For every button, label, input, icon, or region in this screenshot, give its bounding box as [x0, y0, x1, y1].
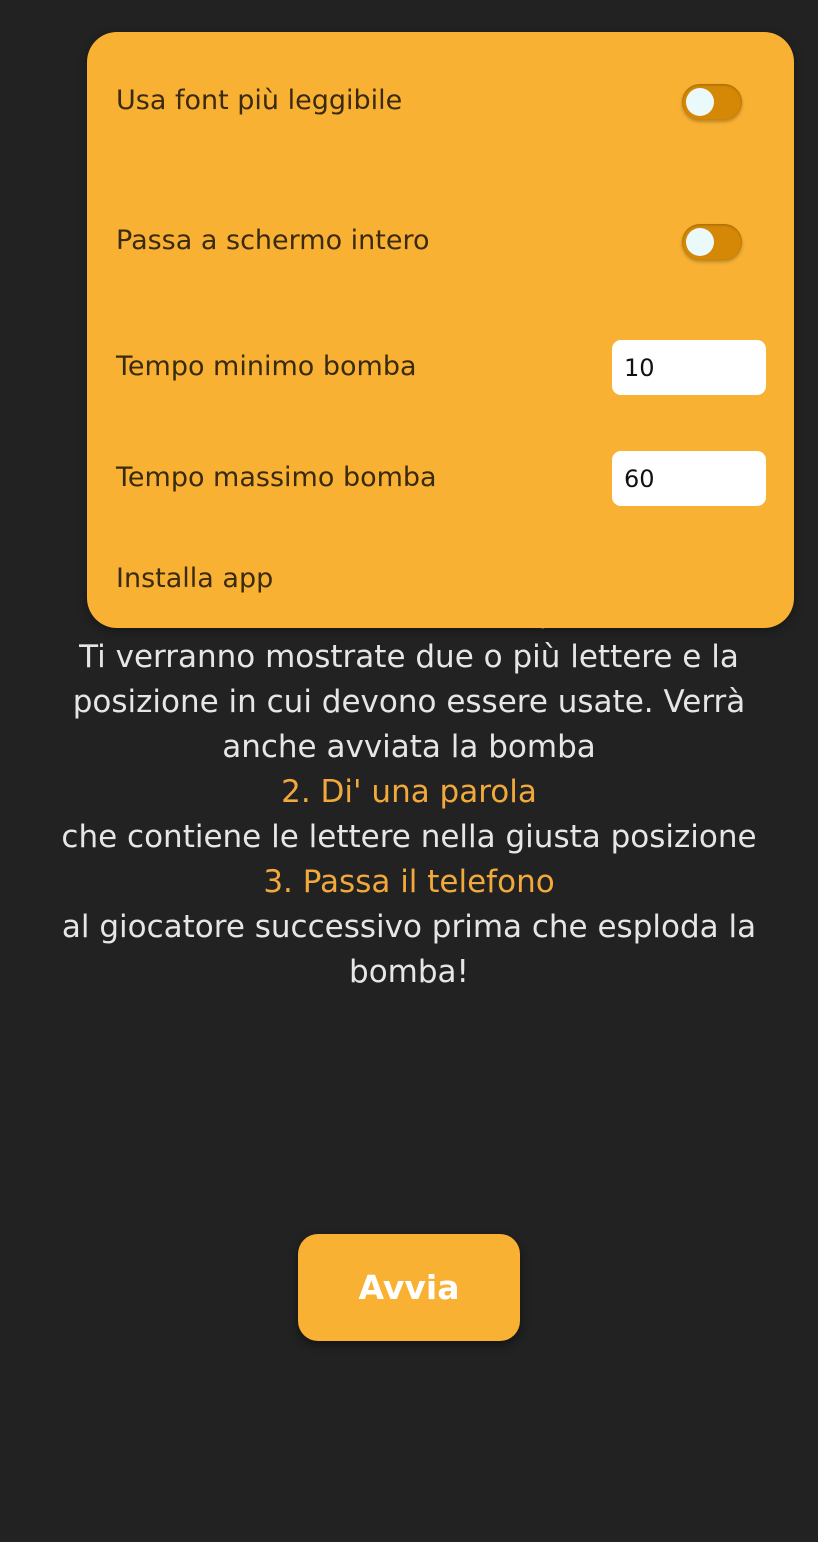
min-bomb-time-label: Tempo minimo bomba	[116, 351, 417, 382]
instructions: 1. Ti verrà data una sequenza Ti verrann…	[0, 590, 818, 995]
toggle-knob	[686, 88, 714, 116]
max-bomb-time-input[interactable]	[612, 451, 766, 506]
install-app-link[interactable]: Installa app	[116, 562, 273, 596]
fullscreen-toggle[interactable]	[682, 224, 742, 260]
step-1-text: Ti verranno mostrate due o più lettere e…	[72, 639, 746, 765]
max-bomb-time-label: Tempo massimo bomba	[116, 462, 437, 493]
readable-font-label: Usa font più leggibile	[116, 85, 403, 116]
step-3-title: 3. Passa il telefono	[263, 864, 555, 900]
readable-font-toggle[interactable]	[682, 84, 742, 120]
toggle-knob	[686, 228, 714, 256]
fullscreen-label: Passa a schermo intero	[116, 225, 430, 256]
step-2-title: 2. Di' una parola	[281, 774, 537, 810]
settings-panel: Usa font più leggibile Passa a schermo i…	[87, 32, 794, 628]
step-3-text: al giocatore successivo prima che esplod…	[61, 909, 757, 990]
start-button[interactable]: Avvia	[298, 1234, 520, 1341]
step-2-text: che contiene le lettere nella giusta pos…	[61, 819, 757, 855]
min-bomb-time-input[interactable]	[612, 340, 766, 395]
